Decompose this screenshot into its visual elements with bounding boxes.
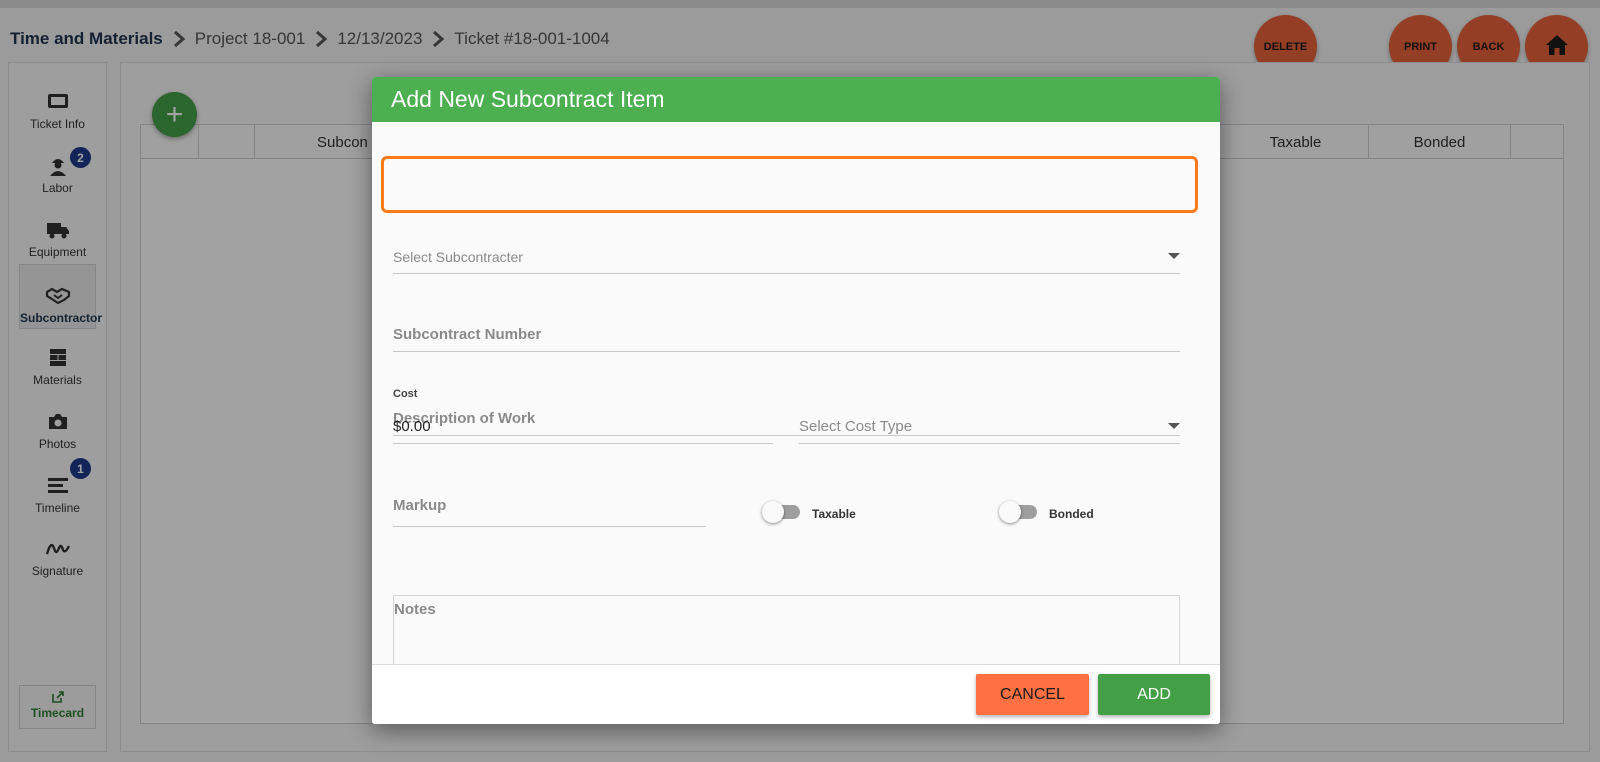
subcontractor-placeholder: Select Subcontracter [393, 249, 523, 265]
subcontract-number-field[interactable]: Subcontract Number [393, 307, 1180, 352]
dialog-footer: CANCEL ADD [372, 664, 1220, 724]
notes-textarea[interactable]: Notes [393, 595, 1180, 675]
add-button[interactable]: ADD [1098, 674, 1210, 715]
chevron-down-icon [1168, 253, 1180, 259]
cost-value: $0.00 [393, 418, 431, 435]
taxable-label: Taxable [812, 507, 856, 521]
toggle-knob [999, 501, 1021, 523]
subcontract-number-label: Subcontract Number [393, 326, 542, 343]
subcontractor-select[interactable]: Select Subcontracter [393, 231, 1180, 274]
cost-type-select[interactable]: Select Cost Type [799, 399, 1180, 444]
focus-highlight [381, 156, 1198, 213]
toggle-knob [762, 501, 784, 523]
add-subcontract-dialog: Add New Subcontract Item Select Subcontr… [372, 77, 1220, 724]
taxable-toggle[interactable] [762, 501, 802, 523]
bonded-toggle[interactable] [999, 501, 1039, 523]
chevron-down-icon [1168, 423, 1180, 429]
cost-type-placeholder: Select Cost Type [799, 418, 913, 435]
bonded-label: Bonded [1049, 507, 1094, 521]
markup-field[interactable]: Markup [393, 480, 706, 527]
cost-input[interactable]: $0.00 [393, 399, 773, 444]
cancel-button[interactable]: CANCEL [976, 674, 1089, 715]
markup-label: Markup [393, 497, 447, 514]
dialog-title: Add New Subcontract Item [372, 77, 1220, 122]
notes-label: Notes [394, 601, 436, 618]
